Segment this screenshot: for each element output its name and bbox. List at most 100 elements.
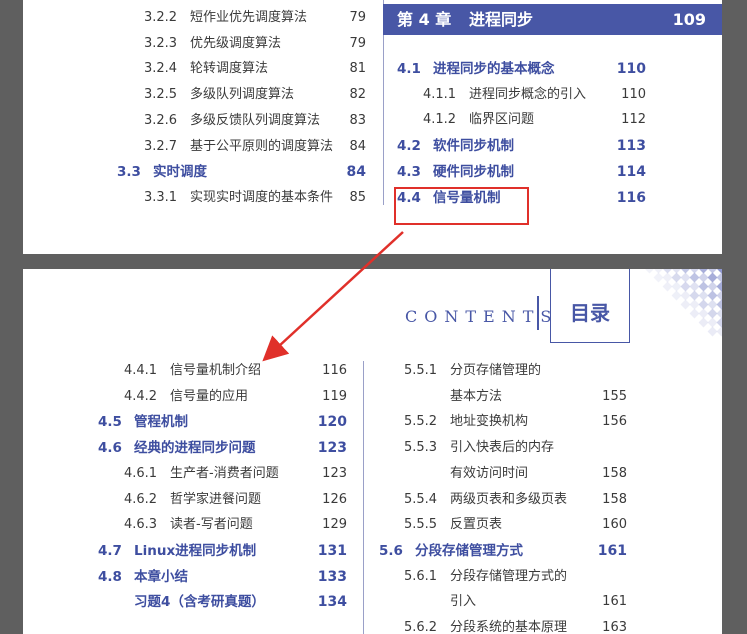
toc-entry-title: 分页存储管理的 (450, 363, 542, 378)
toc-subsection-entry[interactable]: 5.6.2 分段系统的基本原理 163 (404, 617, 627, 634)
toc-entry-page: 161 (602, 594, 627, 610)
toc-entry-title: 分段存储管理方式 (415, 542, 523, 559)
toc-entry-title: 引入 (450, 594, 477, 610)
toc-entry-page: 126 (322, 491, 347, 507)
toc-entry-title: 生产者-消费者问题 (170, 465, 279, 481)
toc-entry-title: 临界区问题 (469, 112, 535, 128)
decorative-dot (698, 290, 709, 301)
toc-subsection-entry[interactable]: 4.6.2 哲学家进餐问题 126 (124, 489, 347, 511)
toc-entry-title: 信号量的应用 (170, 388, 249, 404)
toc-section-entry[interactable]: 4.7 Linux进程同步机制 131 (98, 540, 347, 562)
toc-subsection-entry[interactable]: 5.5.3 引入快表后的内存 (404, 437, 627, 459)
toc-entry-number: 4.4.2 (124, 388, 158, 404)
decorative-dot (689, 281, 700, 292)
toc-subsection-entry[interactable]: 5.5.1 分页存储管理的 (404, 360, 627, 382)
toc-entry-page: 155 (602, 388, 627, 404)
toc-subsection-entry[interactable]: 4.1.2 临界区问题 112 (423, 109, 646, 131)
toc-subsection-entry[interactable]: 4.6.3 读者-写者问题 129 (124, 514, 347, 536)
decorative-dot (680, 281, 691, 292)
toc-entry-page: 82 (349, 87, 366, 103)
toc-subsection-entry[interactable]: 5.5.2 地址变换机构 156 (404, 411, 627, 433)
toc-subsection-entry[interactable]: 5.5.5 反置页表 160 (404, 514, 627, 536)
toc-subsection-entry[interactable]: 3.2.4 轮转调度算法 81 (144, 58, 366, 80)
toc-subsection-entry[interactable]: 4.1.1 进程同步概念的引入 110 (423, 84, 646, 106)
toc-entry-page: 158 (602, 491, 627, 507)
toc-entry-title: 有效访问时间 (450, 465, 529, 481)
decorative-dot (698, 317, 709, 328)
toc-entry-page: 85 (349, 189, 366, 205)
toc-entry-number: 3.3 (117, 164, 141, 181)
toc-entry-number: 5.6.2 (404, 620, 438, 634)
toc-entry-title: 实现实时调度的基本条件 (190, 189, 334, 205)
toc-entry-page: 110 (616, 61, 646, 77)
toc-section-entry[interactable]: 4.3 硬件同步机制 114 (397, 161, 646, 183)
toc-entry-title: 多级队列调度算法 (190, 87, 295, 103)
toc-entry-number: 5.5.3 (404, 440, 438, 456)
toc-section-entry[interactable]: 4.1 进程同步的基本概念 110 (397, 58, 646, 80)
toc-entry-page: 113 (616, 138, 646, 155)
toc-subsection-entry[interactable]: 3.2.3 优先级调度算法 79 (144, 33, 366, 55)
toc-entry-number: 3.2.3 (144, 35, 178, 51)
toc-subsection-entry[interactable]: 有效访问时间 158 (404, 463, 627, 485)
toc-entry-page: 161 (597, 542, 627, 559)
decorative-dot (707, 326, 718, 337)
mulu-title: 目录 (570, 301, 610, 325)
toc-section-entry[interactable]: 4.6 经典的进程同步问题 123 (98, 437, 347, 459)
toc-entry-page: 84 (349, 138, 366, 154)
toc-subsection-entry[interactable]: 3.2.5 多级队列调度算法 82 (144, 84, 366, 106)
toc-subsection-entry[interactable]: 3.2.7 基于公平原则的调度算法 84 (144, 136, 366, 158)
decorative-dot (698, 272, 709, 283)
decorative-dot (698, 299, 709, 310)
toc-entry-number: 4.3 (397, 163, 421, 180)
decorative-dot (662, 281, 673, 292)
toc-entry-number: 3.2.2 (144, 10, 178, 25)
decorative-dot (698, 308, 709, 319)
decorative-dot (644, 269, 655, 274)
toc-entry-page: 134 (317, 594, 347, 611)
toc-entry-page: 114 (616, 163, 646, 180)
toc-entry-page: 123 (317, 440, 347, 457)
toc-section-entry[interactable]: 习题4（含考研真题） 134 (98, 591, 347, 613)
toc-entry-page: 131 (317, 542, 347, 559)
toc-entry-title: 引入快表后的内存 (450, 440, 555, 456)
toc-entry-title: 哲学家进餐问题 (170, 491, 262, 507)
toc-subsection-entry[interactable]: 3.3.1 实现实时调度的基本条件 85 (144, 187, 366, 209)
toc-entry-number: 3.2.7 (144, 138, 178, 154)
toc-entry-title: 多级反馈队列调度算法 (190, 112, 321, 128)
toc-entry-page: 160 (602, 517, 627, 533)
toc-entry-page: 133 (317, 568, 347, 585)
heading-divider (537, 296, 539, 330)
toc-entry-page: 84 (346, 164, 366, 181)
toc-entry-number: 4.1 (397, 61, 421, 77)
decorative-dot (707, 299, 718, 310)
toc-section-entry[interactable]: 4.2 软件同步机制 113 (397, 135, 646, 157)
decorative-dot (689, 272, 700, 283)
toc-subsection-entry[interactable]: 5.5.4 两级页表和多级页表 158 (404, 489, 627, 511)
toc-entry-number: 3.2.6 (144, 112, 178, 128)
toc-subsection-entry[interactable]: 基本方法 155 (404, 386, 627, 408)
toc-subsection-entry[interactable]: 引入 161 (404, 591, 627, 613)
toc-page-top: 3.2.2 短作业优先调度算法 79 3.2.3 优先级调度算法 79 3.2.4 轮转调度算… (23, 0, 722, 254)
contents-heading: CONTENTS (405, 307, 559, 326)
column-divider (363, 361, 364, 634)
toc-section-entry[interactable]: 4.5 管程机制 120 (98, 411, 347, 433)
toc-subsection-entry[interactable]: 4.4.1 信号量机制介绍 116 (124, 360, 347, 382)
toc-subsection-entry[interactable]: 5.6.1 分段存储管理方式的 (404, 566, 627, 588)
toc-subsection-entry[interactable]: 4.4.2 信号量的应用 119 (124, 386, 347, 408)
toc-entry-number: 3.3.1 (144, 189, 178, 205)
toc-section-entry[interactable]: 4.8 本章小结 133 (98, 566, 347, 588)
toc-subsection-entry[interactable]: 3.2.2 短作业优先调度算法 79 (144, 7, 366, 29)
toc-subsection-entry[interactable]: 3.2.6 多级反馈队列调度算法 83 (144, 110, 366, 132)
toc-subsection-entry[interactable]: 4.6.1 生产者-消费者问题 123 (124, 463, 347, 485)
toc-section-entry[interactable]: 3.3 实时调度 84 (117, 161, 366, 183)
toc-entry-page: 123 (322, 465, 347, 481)
toc-entry-page: 110 (621, 86, 646, 102)
toc-entry-page: 81 (349, 61, 366, 77)
toc-entry-number: 4.6.3 (124, 517, 158, 533)
toc-entry-number: 4.1.1 (423, 86, 457, 102)
toc-entry-number: 3.2.5 (144, 87, 178, 103)
toc-entry-title: 地址变换机构 (450, 414, 529, 430)
toc-section-entry[interactable]: 5.6 分段存储管理方式 161 (379, 540, 627, 562)
toc-entry-page: 112 (621, 112, 646, 128)
decorative-dot (707, 281, 718, 292)
